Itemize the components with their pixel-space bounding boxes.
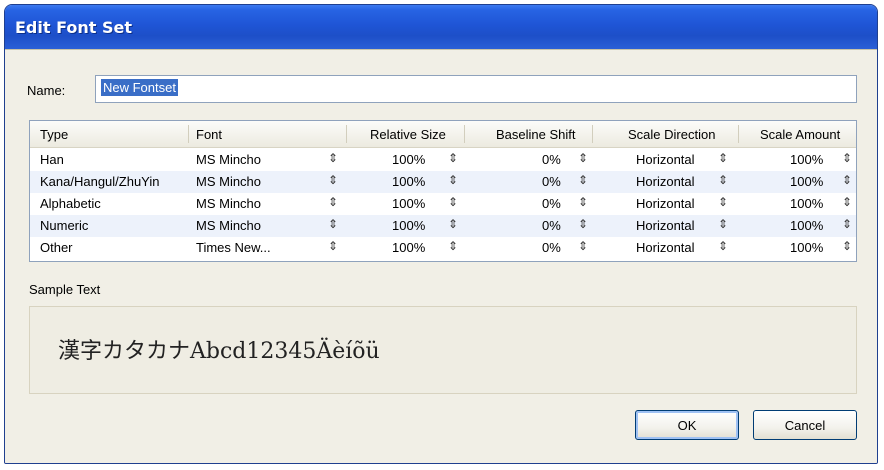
table-row[interactable]: Alphabetic MS Mincho ⇕ 100% ⇕ 0% ⇕ Horiz… (30, 193, 856, 215)
header-divider[interactable] (188, 125, 189, 143)
cell-relative-size[interactable]: 100% (392, 174, 425, 189)
cell-relative-size[interactable]: 100% (392, 152, 425, 167)
cell-font[interactable]: MS Mincho (196, 152, 261, 167)
font-spinner-icon[interactable]: ⇕ (328, 239, 338, 253)
cell-baseline-shift[interactable]: 0% (542, 218, 561, 233)
cell-type: Han (40, 152, 64, 167)
cell-scale-amount[interactable]: 100% (790, 196, 823, 211)
dialog-content: Name: New Fontset Type Font Relative Siz… (5, 49, 877, 463)
scale-amount-spinner-icon[interactable]: ⇕ (842, 173, 852, 187)
table-row[interactable]: Other Times New... ⇕ 100% ⇕ 0% ⇕ Horizon… (30, 237, 856, 259)
cell-scale-direction[interactable]: Horizontal (636, 196, 695, 211)
cell-font[interactable]: Times New... (196, 240, 271, 255)
font-spinner-icon[interactable]: ⇕ (328, 217, 338, 231)
scale-amount-spinner-icon[interactable]: ⇕ (842, 195, 852, 209)
baseline-shift-spinner-icon[interactable]: ⇕ (578, 239, 588, 253)
cell-baseline-shift[interactable]: 0% (542, 152, 561, 167)
cell-relative-size[interactable]: 100% (392, 218, 425, 233)
cell-scale-amount[interactable]: 100% (790, 240, 823, 255)
header-scale-direction[interactable]: Scale Direction (628, 127, 715, 142)
cell-font[interactable]: MS Mincho (196, 174, 261, 189)
header-scale-amount[interactable]: Scale Amount (760, 127, 840, 142)
scale-amount-spinner-icon[interactable]: ⇕ (842, 239, 852, 253)
cell-relative-size[interactable]: 100% (392, 196, 425, 211)
relative-size-spinner-icon[interactable]: ⇕ (448, 217, 458, 231)
scale-direction-spinner-icon[interactable]: ⇕ (718, 195, 728, 209)
relative-size-spinner-icon[interactable]: ⇕ (448, 151, 458, 165)
cell-relative-size[interactable]: 100% (392, 240, 425, 255)
cell-baseline-shift[interactable]: 0% (542, 240, 561, 255)
font-spinner-icon[interactable]: ⇕ (328, 195, 338, 209)
header-type[interactable]: Type (40, 127, 68, 142)
sample-text-preview: 漢字カタカナAbcd12345Äèíõü (29, 306, 857, 394)
scale-direction-spinner-icon[interactable]: ⇕ (718, 151, 728, 165)
header-divider[interactable] (464, 125, 465, 143)
relative-size-spinner-icon[interactable]: ⇕ (448, 195, 458, 209)
cell-baseline-shift[interactable]: 0% (542, 174, 561, 189)
sample-text: 漢字カタカナAbcd12345Äèíõü (58, 339, 380, 364)
table-row[interactable]: Han MS Mincho ⇕ 100% ⇕ 0% ⇕ Horizontal ⇕… (30, 149, 856, 171)
edit-font-set-dialog: Edit Font Set Name: New Fontset Type Fon… (4, 4, 878, 464)
baseline-shift-spinner-icon[interactable]: ⇕ (578, 151, 588, 165)
relative-size-spinner-icon[interactable]: ⇕ (448, 239, 458, 253)
cancel-button[interactable]: Cancel (753, 410, 857, 440)
name-input-value: New Fontset (101, 79, 178, 96)
cell-scale-amount[interactable]: 100% (790, 218, 823, 233)
header-font[interactable]: Font (196, 127, 222, 142)
baseline-shift-spinner-icon[interactable]: ⇕ (578, 173, 588, 187)
dialog-title: Edit Font Set (15, 18, 132, 37)
cell-baseline-shift[interactable]: 0% (542, 196, 561, 211)
header-divider[interactable] (592, 125, 593, 143)
title-bar[interactable]: Edit Font Set (5, 5, 877, 49)
header-relative-size[interactable]: Relative Size (370, 127, 446, 142)
cell-type: Other (40, 240, 73, 255)
name-label: Name: (27, 83, 66, 98)
baseline-shift-spinner-icon[interactable]: ⇕ (578, 217, 588, 231)
cell-scale-direction[interactable]: Horizontal (636, 174, 695, 189)
table-header: Type Font Relative Size Baseline Shift S… (30, 121, 856, 148)
font-spinner-icon[interactable]: ⇕ (328, 151, 338, 165)
scale-amount-spinner-icon[interactable]: ⇕ (842, 151, 852, 165)
cell-font[interactable]: MS Mincho (196, 196, 261, 211)
cell-scale-direction[interactable]: Horizontal (636, 218, 695, 233)
font-set-table: Type Font Relative Size Baseline Shift S… (29, 120, 857, 262)
font-spinner-icon[interactable]: ⇕ (328, 173, 338, 187)
header-divider[interactable] (346, 125, 347, 143)
scale-direction-spinner-icon[interactable]: ⇕ (718, 239, 728, 253)
relative-size-spinner-icon[interactable]: ⇕ (448, 173, 458, 187)
table-row[interactable]: Kana/Hangul/ZhuYin MS Mincho ⇕ 100% ⇕ 0%… (30, 171, 856, 193)
cell-type: Alphabetic (40, 196, 101, 211)
table-row[interactable]: Numeric MS Mincho ⇕ 100% ⇕ 0% ⇕ Horizont… (30, 215, 856, 237)
scale-direction-spinner-icon[interactable]: ⇕ (718, 173, 728, 187)
name-input[interactable]: New Fontset (95, 75, 857, 103)
cell-scale-amount[interactable]: 100% (790, 152, 823, 167)
cell-type: Kana/Hangul/ZhuYin (40, 174, 160, 189)
sample-text-label: Sample Text (29, 282, 101, 297)
cell-font[interactable]: MS Mincho (196, 218, 261, 233)
cell-type: Numeric (40, 218, 89, 233)
cell-scale-amount[interactable]: 100% (790, 174, 823, 189)
header-divider[interactable] (738, 125, 739, 143)
header-baseline-shift[interactable]: Baseline Shift (496, 127, 576, 142)
cell-scale-direction[interactable]: Horizontal (636, 240, 695, 255)
ok-button[interactable]: OK (635, 410, 739, 440)
scale-direction-spinner-icon[interactable]: ⇕ (718, 217, 728, 231)
cell-scale-direction[interactable]: Horizontal (636, 152, 695, 167)
baseline-shift-spinner-icon[interactable]: ⇕ (578, 195, 588, 209)
scale-amount-spinner-icon[interactable]: ⇕ (842, 217, 852, 231)
